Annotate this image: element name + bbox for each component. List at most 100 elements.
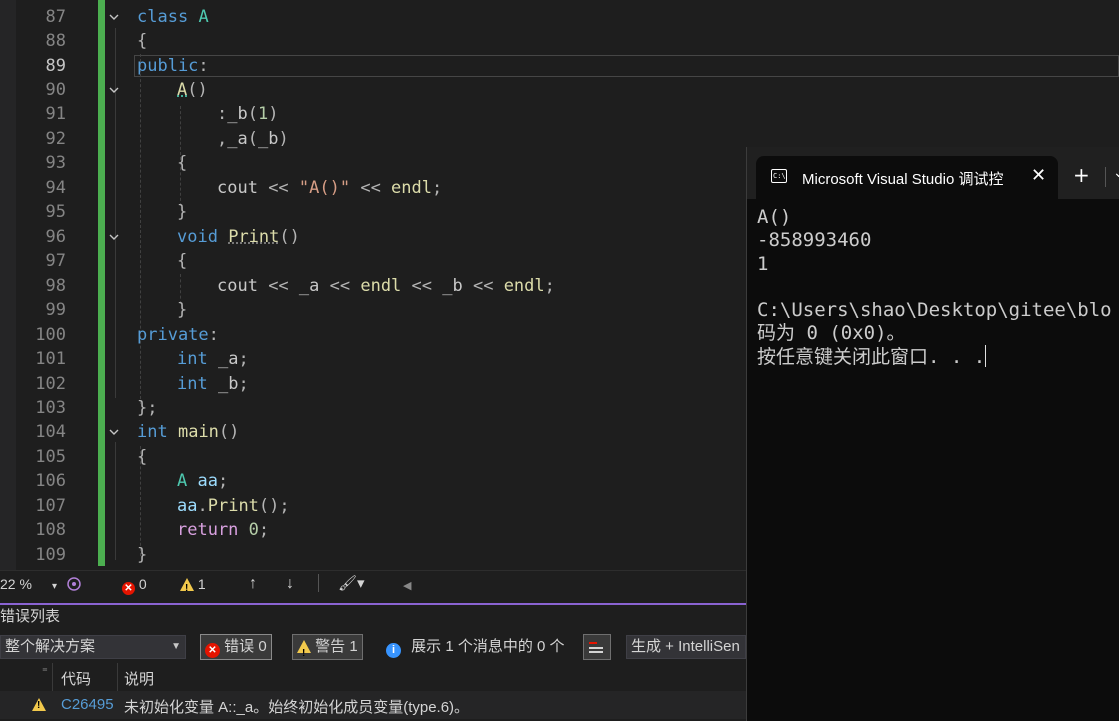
error-code-link[interactable]: C26495 xyxy=(61,696,114,713)
console-line: A() xyxy=(757,206,792,228)
error-list-header: ⁼ 代码 说明 xyxy=(0,663,746,692)
line-number: 94 xyxy=(45,178,66,198)
string-literal: "A()" xyxy=(298,178,351,198)
zoom-dropdown-icon[interactable]: ▾ xyxy=(52,578,57,596)
arrow-down-icon[interactable]: ↓ xyxy=(286,575,294,593)
local-var: aa xyxy=(177,496,198,516)
scope-dropdown-value: 整个解决方案 xyxy=(5,638,96,655)
new-tab-icon[interactable]: + xyxy=(1073,163,1090,187)
zoom-level[interactable]: 22 % xyxy=(0,575,32,593)
error-list-panel: 错误列表 整个解决方案 ▼ ✕ 错误 0 ! 警告 1 i 展示 1 个消息中的… xyxy=(0,605,746,721)
line-number: 105 xyxy=(35,447,66,467)
filter-icon[interactable] xyxy=(583,634,611,660)
build-source-value: 生成 + IntelliSen xyxy=(631,638,740,655)
semicolon: ; xyxy=(238,374,249,394)
identifier: cout xyxy=(217,178,258,198)
line-number: 98 xyxy=(45,276,66,296)
fold-chevron-icon[interactable] xyxy=(108,231,122,245)
member-var: _a xyxy=(227,129,248,149)
member-var: _b xyxy=(227,104,248,124)
arrow-up-icon[interactable]: ↑ xyxy=(249,575,257,593)
line-number: 93 xyxy=(45,153,66,173)
operator: << xyxy=(401,276,443,296)
errors-filter-button[interactable]: ✕ 错误 0 xyxy=(200,634,272,660)
number: 1 xyxy=(257,104,269,124)
console-line: C:\Users\shao\Desktop\gitee\blo xyxy=(757,298,1112,321)
operator: << xyxy=(350,178,392,198)
column-filter-icon[interactable]: ⁼ xyxy=(42,665,48,678)
paren: ) xyxy=(278,129,289,149)
debug-console-window[interactable]: C:\ Microsoft Visual Studio 调试控 ✕ + ⌄ A(… xyxy=(746,147,1119,721)
line-number: 106 xyxy=(35,471,66,491)
code-cleanup-icon[interactable]: 🖌▾ xyxy=(338,575,365,593)
build-source-dropdown[interactable]: 生成 + IntelliSen xyxy=(626,635,746,659)
error-icon: ✕ xyxy=(122,582,135,595)
code-line-91[interactable]: 91 :_b(1) xyxy=(0,102,1119,126)
close-icon[interactable]: ✕ xyxy=(1031,165,1046,186)
column-header-description[interactable]: 说明 xyxy=(124,668,154,689)
console-tab[interactable]: C:\ Microsoft Visual Studio 调试控 ✕ xyxy=(756,156,1058,199)
fold-chevron-icon[interactable] xyxy=(108,426,122,440)
console-line: 按任意键关闭此窗口. . . xyxy=(757,346,986,369)
keyword: int xyxy=(137,422,168,442)
operator: << xyxy=(462,276,504,296)
colon: : xyxy=(217,104,228,124)
warnings-filter-label: 警告 1 xyxy=(315,638,358,655)
paren: ( xyxy=(247,104,258,124)
chevron-down-icon[interactable]: ⌄ xyxy=(1113,165,1119,181)
fold-chevron-icon[interactable] xyxy=(108,11,122,25)
error-icon: ✕ xyxy=(205,643,220,658)
code-line-87[interactable]: 87 class A xyxy=(0,5,1119,29)
line-number: 101 xyxy=(35,349,66,369)
brace: } xyxy=(177,202,188,222)
copilot-icon[interactable] xyxy=(66,576,82,592)
paren: ( xyxy=(247,129,258,149)
column-divider xyxy=(52,663,53,691)
warning-count[interactable]: ! 1 xyxy=(180,575,206,594)
scope-dropdown[interactable]: 整个解决方案 ▼ xyxy=(0,635,186,659)
brace: }; xyxy=(137,398,158,418)
line-number: 108 xyxy=(35,520,66,540)
console-last-line: 按任意键关闭此窗口. . . xyxy=(757,345,1112,369)
member-var: _b xyxy=(217,374,239,394)
info-icon: i xyxy=(386,643,401,658)
warnings-filter-button[interactable]: ! 警告 1 xyxy=(292,634,363,660)
table-row[interactable]: ! C26495 未初始化变量 A::_a。始终初始化成员变量(type.6)。 xyxy=(0,691,746,719)
editor-status-bar: 22 % ▾ ✕ 0 ! 1 ↑ ↓ 🖌▾ ◀ xyxy=(0,570,746,597)
brace: } xyxy=(137,545,148,565)
member-var: _a xyxy=(217,349,239,369)
line-number: 100 xyxy=(35,325,66,345)
function-name: Print xyxy=(207,496,259,516)
parens: (); xyxy=(258,496,290,516)
line-number: 102 xyxy=(35,374,66,394)
keyword: return xyxy=(177,520,239,540)
keyword: void xyxy=(177,227,218,247)
column-header-code[interactable]: 代码 xyxy=(61,668,91,689)
messages-filter-button[interactable]: i 展示 1 个消息中的 0 个 xyxy=(386,637,565,658)
line-number: 97 xyxy=(45,251,66,271)
operator: << xyxy=(257,276,299,296)
parens: () xyxy=(218,422,240,442)
separator xyxy=(318,574,319,592)
identifier: endl xyxy=(360,276,402,296)
member-var: _b xyxy=(442,276,463,296)
error-count[interactable]: ✕ 0 xyxy=(122,575,147,595)
line-number: 107 xyxy=(35,496,66,516)
column-divider xyxy=(117,663,118,691)
messages-filter-label: 展示 1 个消息中的 0 个 xyxy=(411,638,565,655)
semicolon: ; xyxy=(217,471,229,491)
console-line: -858993460 xyxy=(757,229,872,252)
operator: << xyxy=(257,178,299,198)
console-line: 1 xyxy=(757,252,769,275)
line-number: 87 xyxy=(45,7,66,27)
line-number: 104 xyxy=(35,422,66,442)
code-line-89[interactable]: 89 public: xyxy=(0,54,1119,78)
code-line-88[interactable]: 88 { xyxy=(0,29,1119,53)
console-output: A() -858993460 1 C:\Users\shao\Desktop\gite… xyxy=(757,206,1112,370)
fold-chevron-icon[interactable] xyxy=(108,84,122,98)
colon: : xyxy=(208,325,219,345)
number: 0 xyxy=(248,520,259,540)
scroll-left-icon[interactable]: ◀ xyxy=(403,577,411,595)
code-line-90[interactable]: 90 A() xyxy=(0,78,1119,102)
